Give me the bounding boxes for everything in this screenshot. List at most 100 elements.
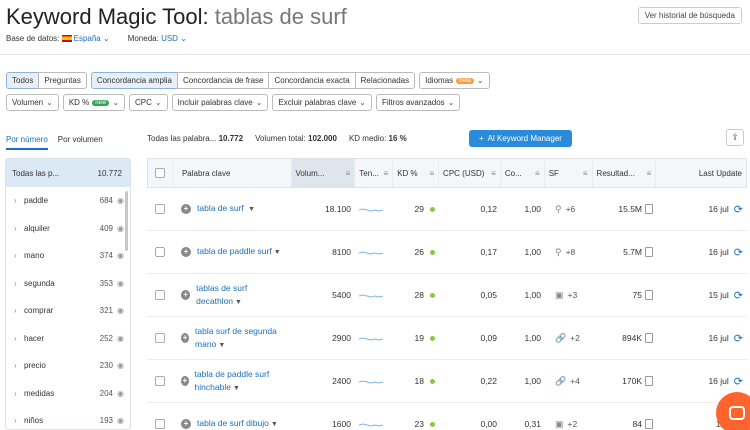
serp-features-cell[interactable]: ▣ +2 bbox=[545, 403, 593, 430]
keyword-link[interactable]: tabla surf de segunda mano ▼ bbox=[195, 325, 287, 352]
location-icon: ⚲ bbox=[555, 203, 562, 214]
keyword-menu-caret-icon[interactable]: ▼ bbox=[233, 385, 240, 392]
export-button[interactable]: ⇪ bbox=[726, 129, 744, 146]
add-keyword-icon[interactable]: + bbox=[181, 419, 191, 429]
keyword-link[interactable]: tabla de surf dibujo ▼ bbox=[197, 417, 278, 430]
sidebar-item-label: alquiler bbox=[24, 223, 50, 233]
sidebar-item-medidas[interactable]: › medidas 204 ◉ bbox=[6, 380, 130, 408]
add-keyword-icon[interactable]: + bbox=[181, 376, 189, 386]
results-cell[interactable]: 170K bbox=[593, 360, 657, 402]
eye-icon[interactable]: ◉ bbox=[117, 389, 124, 398]
chat-button[interactable] bbox=[716, 392, 750, 430]
keyword-menu-caret-icon[interactable]: ▼ bbox=[235, 299, 242, 306]
exclude-keywords-dropdown[interactable]: Excluir palabras clave ⌄ bbox=[272, 94, 372, 111]
eye-icon[interactable]: ◉ bbox=[117, 279, 124, 288]
tab-by-number[interactable]: Por número bbox=[6, 135, 48, 150]
eye-icon[interactable]: ◉ bbox=[117, 334, 124, 343]
select-all-checkbox[interactable] bbox=[155, 168, 166, 178]
header-keyword[interactable]: Palabra clave bbox=[174, 159, 292, 187]
filter-exact-match[interactable]: Concordancia exacta bbox=[268, 72, 356, 89]
refresh-icon[interactable]: ⟳ bbox=[734, 289, 743, 302]
sidebar-all-keywords[interactable]: Todas las p... 10.772 bbox=[6, 159, 130, 187]
refresh-icon[interactable]: ⟳ bbox=[734, 203, 743, 216]
keyword-link[interactable]: tablas de surf decathlon ▼ bbox=[196, 282, 287, 309]
row-checkbox[interactable] bbox=[155, 204, 165, 214]
serp-features-cell[interactable]: 🔗 +4 bbox=[545, 360, 593, 402]
serp-features-cell[interactable]: ▣ +3 bbox=[545, 274, 593, 316]
header-serp-features[interactable]: SF ≡ bbox=[545, 159, 593, 187]
last-update-value: 16 jul bbox=[708, 376, 729, 386]
keyword-menu-caret-icon[interactable]: ▼ bbox=[271, 421, 278, 428]
sidebar-item-paddle[interactable]: › paddle 684 ◉ bbox=[6, 187, 130, 215]
header-kd[interactable]: KD % ≡ bbox=[393, 159, 440, 187]
sidebar-item-alquiler[interactable]: › alquiler 409 ◉ bbox=[6, 215, 130, 243]
cpc-dropdown[interactable]: CPC ⌄ bbox=[129, 94, 168, 111]
eye-icon[interactable]: ◉ bbox=[117, 224, 124, 233]
sidebar-item-niños[interactable]: › niños 193 ◉ bbox=[6, 407, 130, 429]
sidebar-item-segunda[interactable]: › segunda 353 ◉ bbox=[6, 270, 130, 298]
sidebar-item-hacer[interactable]: › hacer 252 ◉ bbox=[6, 325, 130, 353]
add-keyword-icon[interactable]: + bbox=[181, 290, 191, 300]
database-selector[interactable]: Base de datos: España ⌄ bbox=[6, 34, 110, 43]
row-checkbox[interactable] bbox=[155, 419, 165, 429]
keyword-link[interactable]: tabla de surf ▼ bbox=[197, 202, 255, 216]
header-competition[interactable]: Co... ≡ bbox=[501, 159, 545, 187]
refresh-icon[interactable]: ⟳ bbox=[734, 375, 743, 388]
filter-phrase-match[interactable]: Concordancia de frase bbox=[176, 72, 270, 89]
refresh-icon[interactable]: ⟳ bbox=[734, 332, 743, 345]
sidebar-item-count: 321 bbox=[99, 306, 114, 316]
keyword-link[interactable]: tabla de paddle surf hinchable ▼ bbox=[195, 368, 287, 395]
refresh-icon[interactable]: ⟳ bbox=[734, 246, 743, 259]
row-checkbox[interactable] bbox=[155, 290, 165, 300]
filter-row-1: Todos Preguntas Concordancia amplia Conc… bbox=[6, 72, 490, 89]
row-checkbox[interactable] bbox=[155, 247, 165, 257]
sort-icon: ≡ bbox=[535, 168, 540, 178]
row-checkbox[interactable] bbox=[155, 376, 165, 386]
keyword-menu-caret-icon[interactable]: ▼ bbox=[274, 249, 281, 256]
add-keyword-icon[interactable]: + bbox=[181, 247, 191, 257]
header-volume[interactable]: Volum... ≡ bbox=[291, 159, 356, 187]
sidebar-item-mano[interactable]: › mano 374 ◉ bbox=[6, 242, 130, 270]
results-cell[interactable]: 15.5M bbox=[593, 188, 657, 230]
results-cell[interactable]: 84 bbox=[593, 403, 657, 430]
sidebar-scrollbar[interactable] bbox=[125, 191, 128, 251]
serp-features-cell[interactable]: 🔗 +2 bbox=[545, 317, 593, 359]
header-keyword-label: Palabra clave bbox=[181, 168, 231, 178]
keyword-link[interactable]: tabla de paddle surf ▼ bbox=[197, 245, 281, 259]
filter-preguntas[interactable]: Preguntas bbox=[38, 72, 87, 89]
eye-icon[interactable]: ◉ bbox=[117, 361, 124, 370]
eye-icon[interactable]: ◉ bbox=[117, 416, 124, 425]
row-checkbox[interactable] bbox=[155, 333, 165, 343]
tab-by-volume[interactable]: Por volumen bbox=[58, 135, 103, 150]
filter-related[interactable]: Relacionadas bbox=[354, 72, 416, 89]
languages-dropdown[interactable]: Idiomas beta ⌄ bbox=[419, 72, 490, 89]
header-results[interactable]: Resultad... ≡ bbox=[593, 159, 657, 187]
header-last-update[interactable]: Last Update bbox=[656, 159, 746, 187]
advanced-filters-dropdown[interactable]: Filtros avanzados ⌄ bbox=[375, 94, 461, 111]
eye-icon[interactable]: ◉ bbox=[117, 196, 124, 205]
serp-features-cell[interactable]: ⚲ +6 bbox=[545, 188, 593, 230]
sidebar-item-comprar[interactable]: › comprar 321 ◉ bbox=[6, 297, 130, 325]
serp-features-cell[interactable]: ⚲ +8 bbox=[545, 231, 593, 273]
keyword-menu-caret-icon[interactable]: ▼ bbox=[218, 342, 225, 349]
keyword-manager-button[interactable]: + Al Keyword Manager bbox=[469, 130, 572, 147]
include-keywords-dropdown[interactable]: Incluir palabras clave ⌄ bbox=[171, 94, 269, 111]
history-button[interactable]: Ver historial de búsqueda bbox=[637, 7, 742, 24]
sidebar-item-precio[interactable]: › precio 230 ◉ bbox=[6, 352, 130, 380]
header-trend[interactable]: Ten... ≡ bbox=[355, 159, 394, 187]
eye-icon[interactable]: ◉ bbox=[117, 306, 124, 315]
kd-dropdown[interactable]: KD % new ⌄ bbox=[62, 94, 126, 111]
results-cell[interactable]: 894K bbox=[593, 317, 657, 359]
eye-icon[interactable]: ◉ bbox=[117, 251, 124, 260]
filter-todos[interactable]: Todos bbox=[6, 72, 40, 89]
results-cell[interactable]: 5.7M bbox=[593, 231, 657, 273]
add-keyword-icon[interactable]: + bbox=[181, 333, 190, 343]
add-keyword-icon[interactable]: + bbox=[181, 204, 191, 214]
filter-broad-match[interactable]: Concordancia amplia bbox=[90, 72, 178, 89]
export-icon: ⇪ bbox=[731, 132, 739, 142]
currency-selector[interactable]: Moneda: USD ⌄ bbox=[128, 34, 187, 43]
results-cell[interactable]: 75 bbox=[593, 274, 657, 316]
header-cpc[interactable]: CPC (USD) ≡ bbox=[439, 159, 501, 187]
volume-dropdown[interactable]: Volumen ⌄ bbox=[6, 94, 59, 111]
keyword-menu-caret-icon[interactable]: ▼ bbox=[248, 206, 255, 213]
